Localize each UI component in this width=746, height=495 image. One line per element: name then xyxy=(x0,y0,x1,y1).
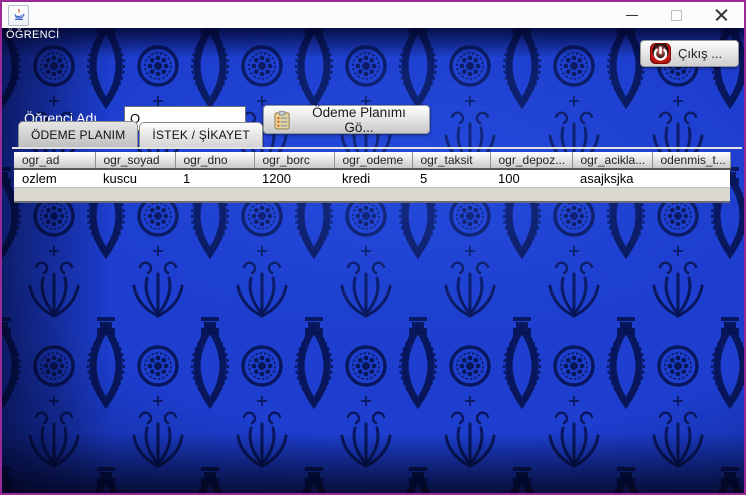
clipboard-icon xyxy=(274,110,290,130)
show-payment-plan-label: Ödeme Planımı Gö... xyxy=(299,105,419,135)
payment-plan-table: ogr_ad ogr_soyad ogr_dno ogr_borc ogr_od… xyxy=(14,152,731,187)
table-header-row: ogr_ad ogr_soyad ogr_dno ogr_borc ogr_od… xyxy=(14,152,730,169)
titlebar xyxy=(2,2,744,28)
column-header[interactable]: ogr_taksit xyxy=(412,152,490,169)
table-empty-area xyxy=(14,187,730,203)
table-cell: 1 xyxy=(175,169,254,187)
exit-button-label: Çıkış ... xyxy=(678,46,722,61)
table-cell: kredi xyxy=(334,169,412,187)
column-header[interactable]: ogr_acikla... xyxy=(572,152,652,169)
tab-istek-sikayet[interactable]: İSTEK / ŞİKAYET xyxy=(139,122,262,147)
java-cup-glyph xyxy=(12,8,26,22)
column-header[interactable]: odenmis_t... xyxy=(652,152,730,169)
column-header[interactable]: ogr_soyad xyxy=(95,152,175,169)
table-row[interactable]: ozlem kuscu 1 1200 kredi 5 100 asajksjka xyxy=(14,169,730,187)
table-cell: asajksjka xyxy=(572,169,652,187)
column-header[interactable]: ogr_depoz... xyxy=(490,152,572,169)
java-logo-icon[interactable] xyxy=(8,5,29,26)
page-title: ÖĞRENCİ xyxy=(6,29,59,41)
column-header[interactable]: ogr_borc xyxy=(254,152,334,169)
table-cell: 5 xyxy=(412,169,490,187)
table-cell xyxy=(652,169,730,187)
close-icon[interactable] xyxy=(699,2,744,28)
payment-plan-panel: ogr_ad ogr_soyad ogr_dno ogr_borc ogr_od… xyxy=(12,147,742,203)
minimize-icon[interactable] xyxy=(609,2,654,28)
column-header[interactable]: ogr_ad xyxy=(14,152,95,169)
window-controls xyxy=(609,2,744,28)
table-cell: 100 xyxy=(490,169,572,187)
tab-odeme-planim[interactable]: ÖDEME PLANIM xyxy=(18,121,138,147)
maximize-icon[interactable] xyxy=(654,2,699,28)
exit-button[interactable]: Çıkış ... xyxy=(640,40,739,67)
column-header[interactable]: ogr_dno xyxy=(175,152,254,169)
table-cell: kuscu xyxy=(95,169,175,187)
table-cell: ozlem xyxy=(14,169,95,187)
app-window: ÖĞRENCİ Çıkış ... xyxy=(0,0,746,495)
column-header[interactable]: ogr_odeme xyxy=(334,152,412,169)
tab-bar: ÖDEME PLANIM İSTEK / ŞİKAYET xyxy=(18,121,264,147)
table-cell: 1200 xyxy=(254,169,334,187)
client-area: ÖĞRENCİ Çıkış ... xyxy=(2,28,744,493)
show-payment-plan-button[interactable]: Ödeme Planımı Gö... xyxy=(263,105,430,134)
power-icon xyxy=(650,43,671,64)
